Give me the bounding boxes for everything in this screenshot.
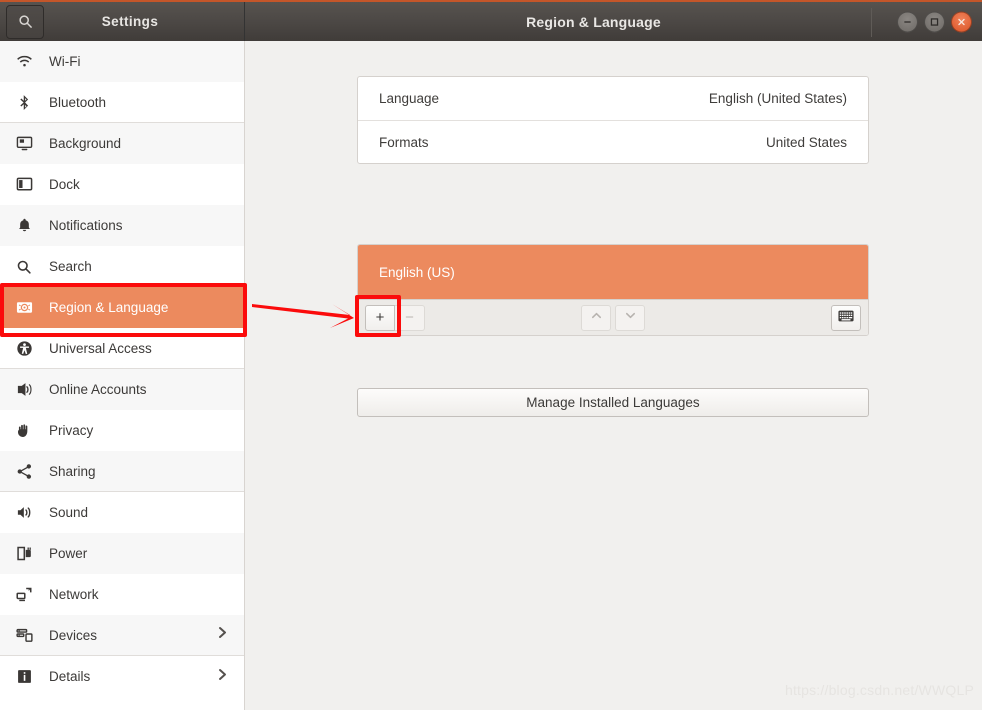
search-icon bbox=[18, 14, 33, 29]
manage-installed-languages-label: Manage Installed Languages bbox=[526, 395, 700, 410]
sidebar-item-sharing[interactable]: Sharing bbox=[0, 451, 244, 492]
sidebar-item-label: Region & Language bbox=[49, 300, 169, 315]
minimize-icon bbox=[903, 17, 912, 26]
sidebar-item-notifications[interactable]: Notifications bbox=[0, 205, 244, 246]
formats-value: United States bbox=[765, 134, 847, 150]
sidebar-item-label: Privacy bbox=[49, 423, 94, 438]
main-content: Language English (United States) Formats… bbox=[246, 41, 982, 710]
bell-icon bbox=[13, 215, 35, 237]
background-icon bbox=[13, 133, 35, 155]
sound-icon bbox=[13, 502, 35, 524]
language-label: Language bbox=[379, 91, 440, 106]
input-sources-toolbar: + − bbox=[358, 299, 868, 335]
watermark-text: https://blog.csdn.net/WWQLP bbox=[784, 682, 974, 698]
chevron-up-icon bbox=[590, 309, 603, 327]
sidebar-item-label: Bluetooth bbox=[49, 94, 107, 110]
chevron-right-icon bbox=[217, 626, 228, 644]
maximize-button[interactable] bbox=[924, 11, 945, 32]
input-source-english-us[interactable]: English (US) bbox=[358, 245, 868, 299]
search-icon bbox=[13, 256, 35, 278]
formats-label: Formats bbox=[379, 134, 429, 150]
add-input-source-button[interactable]: + bbox=[365, 304, 395, 331]
sidebar-item-online-accounts[interactable]: Online Accounts bbox=[0, 369, 244, 410]
sidebar-item-label: Wi-Fi bbox=[49, 54, 81, 69]
sidebar-item-label: Network bbox=[49, 587, 99, 602]
settings-window: Settings Region & Language Wi-Fi Bluetoo… bbox=[0, 0, 982, 710]
window-title-area: Region & Language bbox=[245, 2, 982, 41]
devices-icon bbox=[13, 624, 35, 646]
sidebar-item-devices[interactable]: Devices bbox=[0, 615, 244, 656]
remove-input-source-button[interactable]: − bbox=[395, 304, 425, 331]
minus-icon: − bbox=[405, 309, 414, 326]
network-icon bbox=[13, 584, 35, 606]
input-sources-box: English (US) + − bbox=[357, 244, 869, 336]
language-value: English (United States) bbox=[708, 91, 847, 106]
sidebar-item-label: Details bbox=[49, 669, 91, 684]
sidebar-item-network[interactable]: Network bbox=[0, 574, 244, 615]
close-button[interactable] bbox=[951, 11, 972, 32]
minimize-button[interactable] bbox=[897, 11, 918, 32]
power-icon bbox=[13, 543, 35, 565]
region-language-icon bbox=[13, 297, 35, 319]
region-panel: Language English (United States) Formats… bbox=[357, 76, 869, 164]
search-button[interactable] bbox=[6, 4, 44, 39]
sidebar-item-sound[interactable]: Sound bbox=[0, 492, 244, 533]
online-accounts-icon bbox=[13, 379, 35, 401]
manage-installed-languages-button[interactable]: Manage Installed Languages bbox=[357, 388, 869, 417]
maximize-icon bbox=[930, 17, 939, 26]
sidebar-item-background[interactable]: Background bbox=[0, 123, 244, 164]
sidebar-item-label: Devices bbox=[49, 627, 98, 643]
sidebar-item-dock[interactable]: Dock bbox=[0, 164, 244, 205]
titlebar-divider bbox=[871, 8, 872, 37]
sidebar-item-label: Sound bbox=[49, 505, 89, 520]
settings-title: Settings bbox=[101, 14, 159, 29]
bluetooth-icon bbox=[13, 91, 35, 113]
sharing-icon bbox=[13, 460, 35, 482]
move-down-button[interactable] bbox=[615, 304, 645, 331]
settings-sidebar[interactable]: Wi-Fi Bluetooth Background Dock Notification… bbox=[0, 41, 245, 710]
sidebar-item-region-language[interactable]: Region & Language bbox=[0, 287, 244, 328]
plus-icon: + bbox=[375, 309, 385, 326]
privacy-hand-icon bbox=[13, 420, 35, 442]
sidebar-item-wi-fi[interactable]: Wi-Fi bbox=[0, 41, 244, 82]
accessibility-icon bbox=[13, 337, 35, 359]
window-titlebar: Settings Region & Language bbox=[0, 0, 982, 41]
chevron-down-icon bbox=[624, 309, 637, 327]
reorder-button-group bbox=[581, 304, 645, 331]
details-info-icon bbox=[13, 666, 35, 688]
sidebar-item-label: Power bbox=[49, 546, 88, 561]
sidebar-item-search[interactable]: Search bbox=[0, 246, 244, 287]
keyboard-icon bbox=[838, 309, 854, 327]
chevron-right-icon bbox=[217, 668, 228, 686]
window-controls bbox=[897, 11, 972, 32]
language-row[interactable]: Language English (United States) bbox=[358, 77, 868, 120]
sidebar-item-label: Sharing bbox=[49, 463, 96, 479]
sidebar-item-label: Universal Access bbox=[49, 340, 152, 356]
sidebar-item-power[interactable]: Power bbox=[0, 533, 244, 574]
dock-icon bbox=[13, 174, 35, 196]
show-keyboard-layout-button[interactable] bbox=[831, 304, 861, 331]
move-up-button[interactable] bbox=[581, 304, 611, 331]
sidebar-header: Settings bbox=[0, 2, 245, 41]
sidebar-item-label: Online Accounts bbox=[49, 382, 147, 397]
page-title: Region & Language bbox=[526, 13, 661, 30]
sidebar-item-universal-access[interactable]: Universal Access bbox=[0, 328, 244, 369]
input-source-label: English (US) bbox=[379, 264, 455, 280]
wifi-icon bbox=[13, 51, 35, 73]
sidebar-item-label: Dock bbox=[49, 177, 80, 192]
formats-row[interactable]: Formats United States bbox=[358, 120, 868, 163]
sidebar-item-privacy[interactable]: Privacy bbox=[0, 410, 244, 451]
sidebar-item-bluetooth[interactable]: Bluetooth bbox=[0, 82, 244, 123]
close-icon bbox=[957, 17, 966, 26]
sidebar-item-label: Notifications bbox=[49, 218, 123, 233]
sidebar-item-details[interactable]: Details bbox=[0, 656, 244, 697]
keyboard-preview-group bbox=[831, 304, 861, 331]
sidebar-item-label: Search bbox=[49, 259, 92, 274]
sidebar-item-label: Background bbox=[49, 136, 122, 151]
